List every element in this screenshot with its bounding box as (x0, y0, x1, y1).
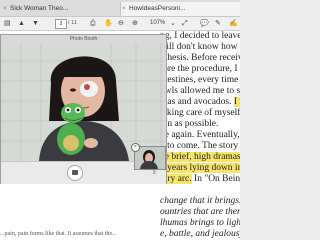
bottom-text-fragment: ...pain, pain forms like that. It assume… (0, 231, 117, 237)
text-line: lhumas brings to light...it (160, 218, 240, 228)
tab-label: Sick Woman Theo... (10, 5, 69, 12)
tab-sick-woman-theory[interactable]: × Sick Woman Theo... (2, 2, 120, 16)
highlighted-text: I rooted (233, 97, 240, 107)
text-line: change that it brings, how (160, 196, 240, 206)
close-tab-icon[interactable]: × (3, 2, 7, 16)
chevron-down-icon[interactable]: ⌄ (170, 18, 176, 29)
photo-booth-title: Photo Booth (1, 35, 166, 43)
next-page-icon[interactable]: ▼ (32, 18, 39, 29)
take-photo-button[interactable] (67, 165, 83, 181)
camera-icon (72, 170, 78, 175)
text-line: mas and avocados. I rooted (160, 97, 240, 108)
text-line: be again. Eventually, my (160, 130, 240, 140)
highlight-pen-icon[interactable]: ✎ (215, 18, 221, 29)
text-line: fore the procedure, I drank (160, 64, 240, 74)
sign-icon[interactable]: ✍ (229, 18, 238, 29)
text-line: owls allowed me to slow (160, 86, 240, 96)
zoom-level[interactable]: 107% (150, 18, 165, 29)
fit-page-icon[interactable]: ⤢ (182, 18, 188, 29)
text-line: y to come. The story (160, 141, 239, 151)
tab-how-ideas-personify[interactable]: × HowIdeasPersoni... (120, 2, 240, 16)
highlighted-text: o years lying down in a bed (160, 163, 240, 173)
sidebar-toggle-icon[interactable]: ▤ (4, 18, 11, 29)
close-thumbnail-icon[interactable]: × (131, 143, 140, 152)
text-line: othesis. Before receiving a (160, 53, 240, 63)
text-line: ion as possible. (160, 119, 219, 129)
previous-page-icon[interactable]: ▲ (18, 18, 25, 29)
text-line: ng, I decided to leave. (160, 31, 240, 41)
text-line: o years lying down in a bed (160, 163, 240, 174)
text-line: still don't know how I came (160, 42, 240, 52)
text-line: ntestines, every time I ate (160, 75, 240, 85)
close-tab-icon[interactable]: × (122, 2, 126, 16)
pdf-toolbar: ▤ ▲ ▼ 2 / 11 ⎙ ✋ ⊖ ⊕ 107% ⌄ ⤢ 💬 ✎ ✍ (0, 17, 240, 31)
text-line: ountries that are then (160, 207, 240, 217)
zoom-in-icon[interactable]: ⊕ (132, 18, 138, 29)
print-icon[interactable]: ⎙ (90, 18, 96, 29)
text-line: he brief, high dramas of (160, 152, 240, 163)
text-line: taking care of myself (160, 108, 240, 118)
highlighted-text: he brief, high dramas of (160, 152, 240, 162)
page-number-field[interactable]: 2 (55, 19, 67, 29)
tab-bar: × Sick Woman Theo... × HowIdeasPersoni..… (0, 0, 240, 17)
comment-icon[interactable]: 💬 (200, 18, 209, 29)
hand-tool-icon[interactable]: ✋ (104, 18, 113, 29)
zoom-out-icon[interactable]: ⊖ (118, 18, 124, 29)
camera-preview (1, 43, 166, 161)
text-line: e, battle, and jealousy (160, 229, 240, 239)
tab-label: HowIdeasPersoni... (129, 5, 186, 12)
text-line: tory arc. In "On Being Ill," (160, 174, 240, 184)
page-total: / 11 (68, 20, 77, 26)
